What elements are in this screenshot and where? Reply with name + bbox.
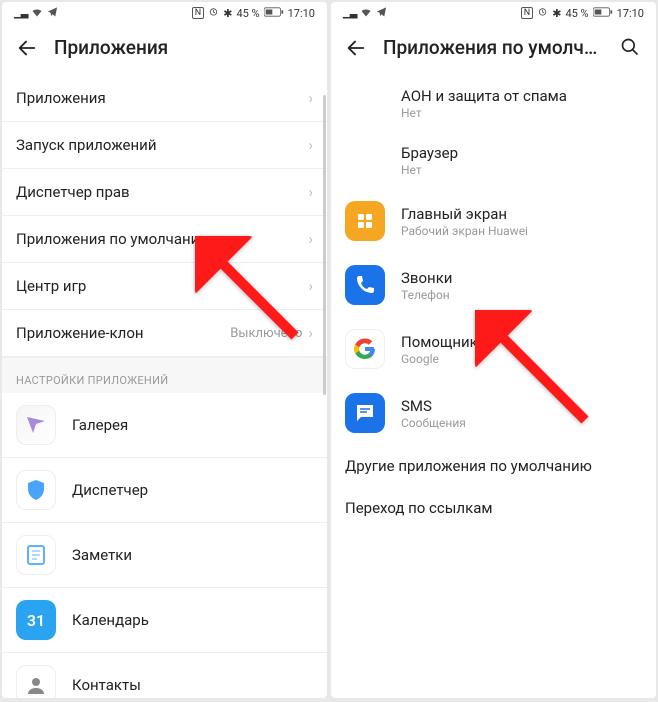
chevron-right-icon: › — [308, 277, 313, 295]
contacts-icon — [16, 665, 56, 698]
wifi-icon — [360, 6, 372, 21]
app-notes[interactable]: Заметки — [2, 523, 327, 588]
bluetooth-icon: ✱ — [223, 7, 232, 20]
status-right: N ✱ 45 % 17:10 — [521, 6, 644, 20]
status-bar: ▁▃ N ✱ 45 % 17:10 — [2, 2, 327, 24]
shield-icon — [16, 470, 56, 510]
item-title: Переход по ссылкам — [345, 499, 492, 517]
alarm-icon — [208, 6, 219, 20]
google-icon — [345, 329, 385, 369]
battery-percent: 45 % — [565, 7, 588, 20]
chevron-right-icon: › — [308, 89, 313, 107]
back-button[interactable] — [345, 37, 367, 59]
phone-left: ▁▃ N ✱ 45 % 17:10 Приложения Приложения … — [2, 2, 327, 698]
app-name: Заметки — [72, 546, 313, 564]
row-label: Приложения по умолчанию — [16, 230, 308, 248]
signal-icon: ▁▃ — [343, 8, 356, 19]
battery-icon — [264, 7, 284, 20]
item-sms[interactable]: SMS Сообщения — [331, 381, 656, 445]
phone-icon — [345, 265, 385, 305]
item-title: Главный экран — [401, 205, 642, 223]
scrollbar[interactable] — [323, 75, 327, 698]
item-other-defaults[interactable]: Другие приложения по умолчанию — [331, 445, 656, 487]
content-area[interactable]: Приложения › Запуск приложений › Диспетч… — [2, 75, 327, 698]
status-left: ▁▃ — [343, 6, 387, 21]
row-default-apps[interactable]: Приложения по умолчанию › — [2, 216, 327, 263]
telegram-icon — [47, 6, 58, 20]
notes-icon — [16, 535, 56, 575]
search-button[interactable] — [620, 37, 642, 59]
chevron-right-icon: › — [308, 136, 313, 154]
app-name: Диспетчер — [72, 481, 313, 499]
row-permissions[interactable]: Диспетчер прав › — [2, 169, 327, 216]
item-subtitle: Рабочий экран Huawei — [401, 224, 642, 238]
title-bar: Приложения — [2, 24, 327, 75]
item-browser[interactable]: Браузер Нет — [331, 132, 656, 189]
item-subtitle: Телефон — [401, 288, 642, 302]
row-label: Центр игр — [16, 277, 308, 295]
section-header: НАСТРОЙКИ ПРИЛОЖЕНИЙ — [2, 357, 327, 393]
wifi-icon — [31, 6, 43, 21]
chevron-right-icon: › — [308, 183, 313, 201]
calendar-icon: 31 — [16, 600, 56, 640]
app-gallery[interactable]: Галерея — [2, 393, 327, 458]
item-assistant[interactable]: Помощник Google — [331, 317, 656, 381]
app-name: Галерея — [72, 416, 313, 434]
row-value: Выключено — [230, 326, 302, 341]
status-right: N ✱ 45 % 17:10 — [192, 6, 315, 20]
item-caller-id[interactable]: АОН и защита от спама Нет — [331, 75, 656, 132]
row-app-launch[interactable]: Запуск приложений › — [2, 122, 327, 169]
signal-icon: ▁▃ — [14, 8, 27, 19]
alarm-icon — [537, 6, 548, 20]
clock: 17:10 — [617, 7, 644, 20]
chevron-right-icon: › — [308, 324, 313, 342]
phone-right: ▁▃ N ✱ 45 % 17:10 Приложения по умолча..… — [331, 2, 656, 698]
bluetooth-icon: ✱ — [552, 7, 561, 20]
item-title: Браузер — [401, 144, 642, 162]
scrollbar-thumb[interactable] — [323, 95, 326, 395]
back-button[interactable] — [16, 37, 38, 59]
item-home[interactable]: Главный экран Рабочий экран Huawei — [331, 189, 656, 253]
item-title: АОН и защита от спама — [401, 87, 642, 105]
row-apps[interactable]: Приложения › — [2, 75, 327, 122]
item-calls[interactable]: Звонки Телефон — [331, 253, 656, 317]
app-calendar[interactable]: 31 Календарь — [2, 588, 327, 653]
app-manager[interactable]: Диспетчер — [2, 458, 327, 523]
item-title: Помощник — [401, 333, 642, 351]
app-name: Контакты — [72, 676, 313, 694]
title-bar: Приложения по умолча... — [331, 24, 656, 75]
home-icon — [345, 201, 385, 241]
row-label: Приложения — [16, 89, 308, 107]
app-name: Календарь — [72, 611, 313, 629]
item-open-links[interactable]: Переход по ссылкам — [331, 487, 656, 529]
nfc-icon: N — [192, 7, 204, 19]
row-label: Запуск приложений — [16, 136, 308, 154]
item-title: Звонки — [401, 269, 642, 287]
battery-percent: 45 % — [236, 7, 259, 20]
item-subtitle: Google — [401, 352, 642, 366]
clock: 17:10 — [288, 7, 315, 20]
app-contacts[interactable]: Контакты — [2, 653, 327, 698]
gallery-icon — [16, 405, 56, 445]
page-title: Приложения по умолча... — [383, 36, 604, 59]
status-bar: ▁▃ N ✱ 45 % 17:10 — [331, 2, 656, 24]
row-label: Приложение-клон — [16, 324, 230, 342]
item-subtitle: Нет — [401, 163, 642, 177]
nfc-icon: N — [521, 7, 533, 19]
row-app-clone[interactable]: Приложение-клон Выключено › — [2, 310, 327, 357]
item-title: Другие приложения по умолчанию — [345, 457, 592, 475]
row-game-center[interactable]: Центр игр › — [2, 263, 327, 310]
sms-icon — [345, 393, 385, 433]
row-label: Диспетчер прав — [16, 183, 308, 201]
item-subtitle: Нет — [401, 106, 642, 120]
chevron-right-icon: › — [308, 230, 313, 248]
telegram-icon — [376, 6, 387, 20]
status-left: ▁▃ — [14, 6, 58, 21]
content-area[interactable]: АОН и защита от спама Нет Браузер Нет Гл… — [331, 75, 656, 698]
page-title: Приложения — [54, 36, 313, 59]
item-title: SMS — [401, 397, 642, 415]
item-subtitle: Сообщения — [401, 416, 642, 430]
battery-icon — [593, 7, 613, 20]
